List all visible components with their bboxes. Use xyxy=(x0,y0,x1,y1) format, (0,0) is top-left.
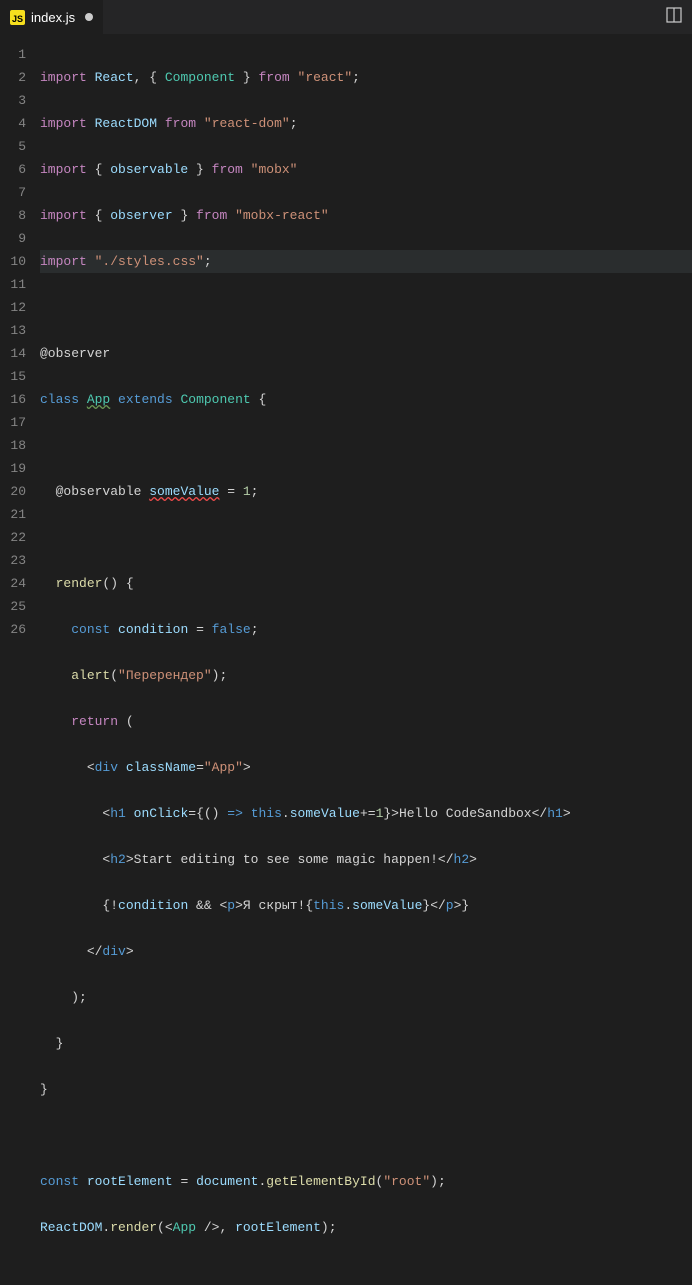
code-line: </div> xyxy=(40,940,692,963)
code-line: import ReactDOM from "react-dom"; xyxy=(40,112,692,135)
split-editor-icon[interactable] xyxy=(656,7,692,28)
line-number: 11 xyxy=(0,273,26,296)
line-number: 12 xyxy=(0,296,26,319)
code-line: @observer xyxy=(40,342,692,365)
code-line: } xyxy=(40,1032,692,1055)
code-line: alert("Перерендер"); xyxy=(40,664,692,687)
line-number: 20 xyxy=(0,480,26,503)
code-line: ); xyxy=(40,986,692,1009)
code-line: <h2>Start editing to see some magic happ… xyxy=(40,848,692,871)
code-line xyxy=(40,1124,692,1147)
line-number: 19 xyxy=(0,457,26,480)
code-content[interactable]: import React, { Component } from "react"… xyxy=(40,35,692,644)
line-number: 17 xyxy=(0,411,26,434)
line-number: 23 xyxy=(0,549,26,572)
line-number: 8 xyxy=(0,204,26,227)
line-number: 10 xyxy=(0,250,26,273)
code-line: import { observable } from "mobx" xyxy=(40,158,692,181)
code-line xyxy=(40,526,692,549)
line-number: 9 xyxy=(0,227,26,250)
code-line: import React, { Component } from "react"… xyxy=(40,66,692,89)
code-line: } xyxy=(40,1078,692,1101)
line-number: 25 xyxy=(0,595,26,618)
line-number-gutter: 1 2 3 4 5 6 7 8 9 10 11 12 13 14 15 16 1… xyxy=(0,35,40,644)
line-number: 2 xyxy=(0,66,26,89)
line-number: 13 xyxy=(0,319,26,342)
tab-bar: JS index.js xyxy=(0,0,692,35)
code-line: <div className="App"> xyxy=(40,756,692,779)
code-line xyxy=(40,434,692,457)
code-line: const condition = false; xyxy=(40,618,692,641)
code-line: const rootElement = document.getElementB… xyxy=(40,1170,692,1193)
code-line: <h1 onClick={() => this.someValue+=1}>He… xyxy=(40,802,692,825)
code-line: return ( xyxy=(40,710,692,733)
code-line: import { observer } from "mobx-react" xyxy=(40,204,692,227)
code-line: render() { xyxy=(40,572,692,595)
line-number: 14 xyxy=(0,342,26,365)
code-line: {!condition && <p>Я скрыт!{this.someValu… xyxy=(40,894,692,917)
javascript-icon: JS xyxy=(10,10,25,25)
line-number: 3 xyxy=(0,89,26,112)
line-number: 24 xyxy=(0,572,26,595)
unsaved-dot-icon xyxy=(85,13,93,21)
code-editor[interactable]: 1 2 3 4 5 6 7 8 9 10 11 12 13 14 15 16 1… xyxy=(0,35,692,644)
line-number: 26 xyxy=(0,618,26,641)
line-number: 7 xyxy=(0,181,26,204)
line-number: 22 xyxy=(0,526,26,549)
file-tab[interactable]: JS index.js xyxy=(0,0,103,34)
line-number: 6 xyxy=(0,158,26,181)
line-number: 1 xyxy=(0,43,26,66)
code-line xyxy=(40,296,692,319)
line-number: 16 xyxy=(0,388,26,411)
code-line: import "./styles.css"; xyxy=(40,250,692,273)
line-number: 18 xyxy=(0,434,26,457)
line-number: 4 xyxy=(0,112,26,135)
code-line: @observable someValue = 1; xyxy=(40,480,692,503)
line-number: 5 xyxy=(0,135,26,158)
code-line: class App extends Component { xyxy=(40,388,692,411)
line-number: 21 xyxy=(0,503,26,526)
line-number: 15 xyxy=(0,365,26,388)
tab-label: index.js xyxy=(31,10,75,25)
code-line: ReactDOM.render(<App />, rootElement); xyxy=(40,1216,692,1239)
